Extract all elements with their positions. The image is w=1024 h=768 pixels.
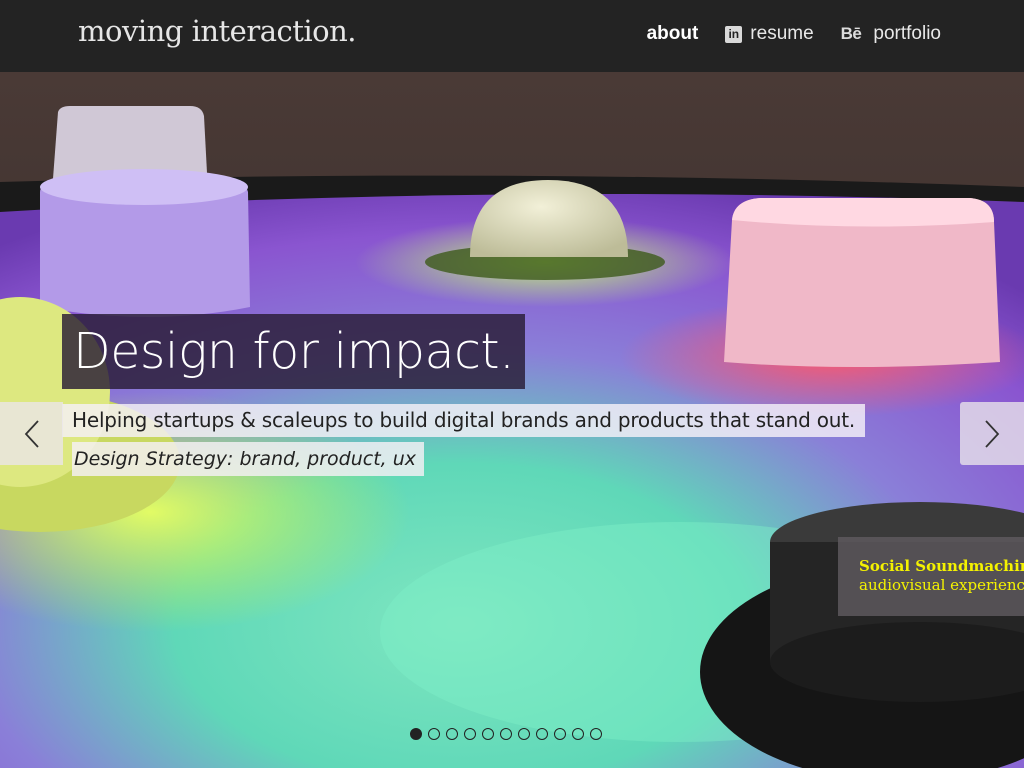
hero-slider: Design for impact. Helping startups & sc… [0, 72, 1024, 768]
nav-resume[interactable]: in resume [725, 22, 814, 46]
next-slide-button[interactable] [960, 402, 1024, 465]
slide-dot-10[interactable] [572, 728, 584, 740]
slide-dot-7[interactable] [518, 728, 530, 740]
top-bar: moving interaction. about in resume Bē p… [0, 0, 1024, 72]
chevron-left-icon [24, 419, 39, 448]
main-nav: about in resume Bē portfolio [620, 22, 941, 46]
slide-dot-8[interactable] [536, 728, 548, 740]
slide-pagination [410, 728, 608, 740]
slide-dot-9[interactable] [554, 728, 566, 740]
hero-headline: Design for impact. [62, 314, 526, 389]
prev-slide-button[interactable] [0, 402, 63, 465]
nav-about-label: about [646, 23, 699, 44]
chevron-right-icon [985, 419, 1000, 448]
slide-dot-5[interactable] [482, 728, 494, 740]
site-logo[interactable]: moving interaction. [78, 14, 357, 48]
slide-dot-2[interactable] [428, 728, 440, 740]
linkedin-icon: in [725, 25, 743, 43]
slide-caption[interactable]: Social Soundmachine audiovisual experien… [838, 537, 1024, 616]
slide-caption-subtitle: audiovisual experience [859, 576, 1024, 594]
behance-icon: Bē [840, 24, 862, 43]
hero-tagline: Design Strategy: brand, product, ux [72, 442, 425, 476]
slide-dot-3[interactable] [446, 728, 458, 740]
slide-caption-title: Social Soundmachine [859, 557, 1024, 575]
slide-dot-6[interactable] [500, 728, 512, 740]
nav-portfolio[interactable]: Bē portfolio [841, 22, 941, 46]
nav-resume-label: resume [750, 23, 814, 44]
hero-subline: Helping startups & scaleups to build dig… [62, 404, 866, 437]
slide-dot-11[interactable] [590, 728, 602, 740]
slide-dot-4[interactable] [464, 728, 476, 740]
nav-portfolio-label: portfolio [873, 23, 941, 44]
slide-dot-1[interactable] [410, 728, 422, 740]
nav-about[interactable]: about [647, 22, 699, 46]
